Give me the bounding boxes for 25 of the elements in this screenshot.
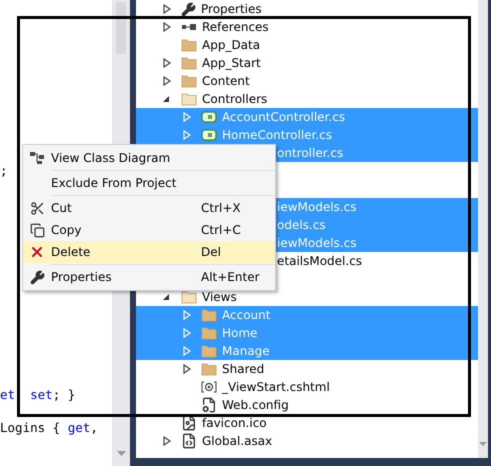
- tree-item-label: favicon.ico: [202, 415, 267, 432]
- tree-item-label: HomeController.cs: [222, 127, 332, 144]
- tree-item-label: Global.asax: [202, 433, 272, 450]
- code-line: Logins { get,: [0, 420, 98, 434]
- tree-item-label: Properties: [201, 1, 262, 18]
- tree-item-label: iewModels.cs: [277, 199, 356, 216]
- tree-item-label: Controllers: [202, 91, 268, 108]
- code-line: et set; }: [0, 386, 76, 402]
- tree-item-label: Content: [202, 73, 250, 90]
- tree-item-label: App_Start: [202, 55, 261, 72]
- tree-item-label: References: [202, 19, 269, 36]
- tree-item-label: Shared: [222, 361, 264, 378]
- tree-item-label: iewModels.cs: [277, 235, 356, 252]
- tree-item-label: Account: [222, 307, 270, 324]
- tree-item-label: Web.config: [222, 397, 289, 414]
- tree-item-label: _ViewStart.cshtml: [222, 379, 330, 396]
- tree-item-label: Views: [202, 289, 237, 306]
- tree-item-label: Home: [222, 325, 258, 342]
- tree-item-label: odels.cs: [277, 217, 326, 234]
- tree-item-label: etailsModel.cs: [277, 253, 362, 270]
- tree-item-label: ontroller.cs: [277, 145, 344, 162]
- code-line: ;: [0, 163, 8, 178]
- tree-item-label: App_Data: [202, 37, 260, 54]
- tree-item-label: AccountController.cs: [222, 109, 346, 126]
- tree-item-label: Manage: [222, 343, 270, 360]
